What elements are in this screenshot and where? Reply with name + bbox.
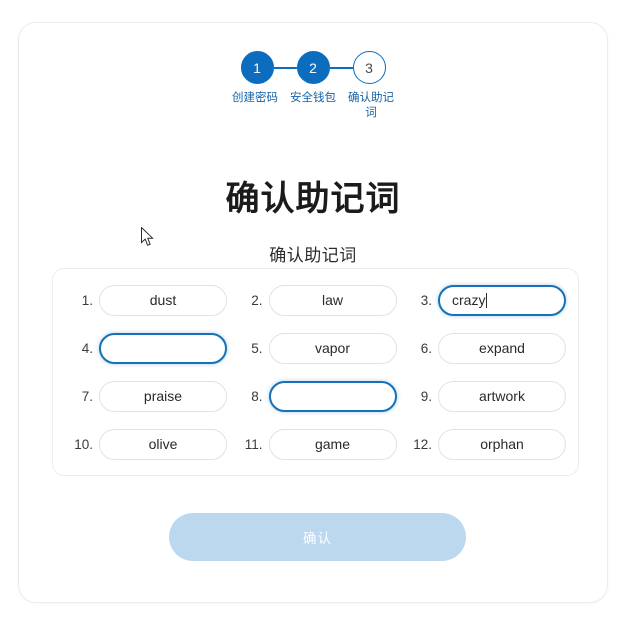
word-cell-10: 10. olive <box>65 428 227 460</box>
word-cell-3: 3. crazy <box>404 284 566 316</box>
word-cell-4: 4. <box>65 332 227 364</box>
step-label-3: 确认助记词 <box>348 92 394 119</box>
word-input-7[interactable]: praise <box>99 380 227 412</box>
word-index-10: 10. <box>74 436 93 452</box>
step-number-3: 3 <box>365 59 373 76</box>
word-cell-5: 5. vapor <box>235 332 397 364</box>
word-value-11: game <box>314 436 351 452</box>
confirm-button[interactable]: 确认 <box>169 513 466 561</box>
step-number-1: 1 <box>253 59 261 76</box>
word-input-4[interactable] <box>99 332 227 364</box>
step-connector-1-2 <box>273 66 297 69</box>
stepper-circles: 1 2 3 <box>240 51 386 84</box>
word-value-2: law <box>321 292 343 308</box>
step-label-2: 安全钱包 <box>290 92 336 104</box>
word-row: 1. dust 2. law 3. crazy <box>65 283 566 317</box>
word-input-3[interactable]: crazy <box>438 284 566 316</box>
word-input-6[interactable]: expand <box>438 332 566 364</box>
word-row: 10. olive 11. game 12. orphan <box>65 427 566 461</box>
step-connector-2-3 <box>329 66 353 69</box>
word-index-8: 8. <box>251 388 263 404</box>
step-circle-2[interactable]: 2 <box>296 51 330 84</box>
word-row: 7. praise 8. 9. artwork <box>65 379 566 413</box>
word-input-12[interactable]: orphan <box>438 428 566 460</box>
text-caret-icon <box>486 292 488 308</box>
word-input-2[interactable]: law <box>268 284 397 316</box>
word-input-1[interactable]: dust <box>99 284 227 316</box>
word-index-7: 7. <box>81 388 93 404</box>
word-cell-9: 9. artwork <box>404 380 566 412</box>
stepper-labels: 创建密码 安全钱包 确认助记词 <box>227 91 399 121</box>
word-value-1: dust <box>149 292 177 308</box>
word-input-10[interactable]: olive <box>99 428 227 460</box>
word-index-12: 12. <box>413 436 432 452</box>
setup-stepper: 1 2 3 创建密码 安全钱包 确认助记词 <box>19 51 607 121</box>
word-cell-8: 8. <box>235 380 397 412</box>
word-index-4: 4. <box>81 340 93 356</box>
word-cell-1: 1. dust <box>65 284 227 316</box>
step-circle-3[interactable]: 3 <box>352 51 386 84</box>
word-cell-12: 12. orphan <box>404 428 566 460</box>
word-row: 4. 5. vapor 6. expand <box>65 331 566 365</box>
wallet-setup-card: 1 2 3 创建密码 安全钱包 确认助记词 确认助记词 确认助记词 1. dus… <box>18 22 608 603</box>
step-number-2: 2 <box>309 59 317 76</box>
step-label-1: 创建密码 <box>232 92 278 104</box>
word-index-1: 1. <box>81 292 93 308</box>
word-index-2: 2. <box>251 292 263 308</box>
word-input-9[interactable]: artwork <box>438 380 566 412</box>
mnemonic-words-panel: 1. dust 2. law 3. crazy 4. 5. vapor 6. e… <box>52 268 579 476</box>
word-input-11[interactable]: game <box>268 428 397 460</box>
word-cell-7: 7. praise <box>65 380 227 412</box>
page-title: 确认助记词 <box>225 180 401 218</box>
word-input-5[interactable]: vapor <box>268 332 397 364</box>
word-value-12: orphan <box>480 436 524 452</box>
word-value-10: olive <box>148 436 178 452</box>
word-value-7: praise <box>143 388 183 404</box>
word-cell-6: 6. expand <box>404 332 566 364</box>
step-circle-1[interactable]: 1 <box>240 51 274 84</box>
word-index-5: 5. <box>251 340 263 356</box>
word-index-3: 3. <box>420 292 432 308</box>
word-index-11: 11. <box>244 436 263 452</box>
word-value-9: artwork <box>479 388 525 404</box>
word-index-9: 9. <box>420 388 432 404</box>
confirm-button-label: 确认 <box>303 531 332 546</box>
word-value-6: expand <box>479 340 525 356</box>
word-cell-2: 2. law <box>235 284 397 316</box>
page-subtitle: 确认助记词 <box>269 246 357 265</box>
word-value-5: vapor <box>314 340 351 356</box>
word-cell-11: 11. game <box>235 428 397 460</box>
word-input-8[interactable] <box>268 380 397 412</box>
word-value-3: crazy <box>452 292 486 308</box>
word-index-6: 6. <box>420 340 432 356</box>
